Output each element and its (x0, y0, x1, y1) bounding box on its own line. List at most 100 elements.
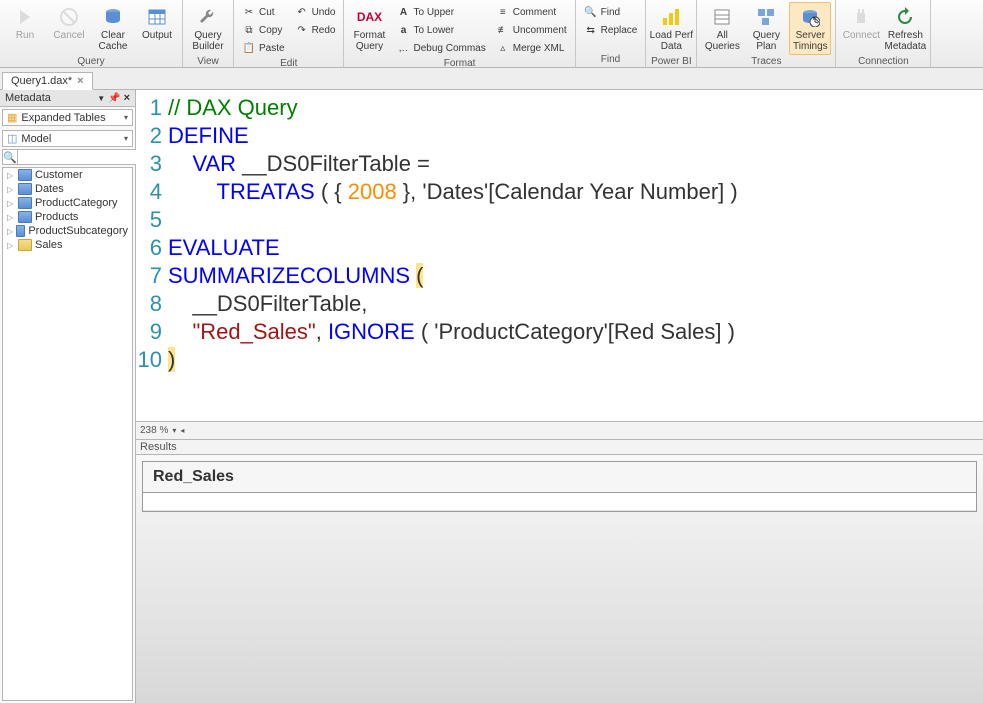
code-editor[interactable]: 1// DAX Query2DEFINE3 VAR __DS0FilterTab… (136, 90, 983, 421)
expand-icon[interactable]: ▷ (7, 171, 15, 180)
line-content[interactable]: SUMMARIZECOLUMNS ( (168, 262, 423, 290)
pin-icon[interactable]: 📌 (108, 93, 120, 104)
expand-icon[interactable]: ▷ (7, 241, 15, 250)
table-sales[interactable]: ▷ Sales (3, 238, 132, 252)
refresh-metadata-button[interactable]: Refresh Metadata (884, 2, 926, 55)
code-line[interactable]: 4 TREATAS ( { 2008 }, 'Dates'[Calendar Y… (136, 178, 983, 206)
code-line[interactable]: 3 VAR __DS0FilterTable = (136, 150, 983, 178)
line-number: 9 (136, 318, 168, 346)
ribbon-group-format: DAX Format Query ATo Upper aTo Lower ,‥D… (344, 0, 575, 67)
refresh-icon (893, 5, 917, 29)
line-number: 8 (136, 290, 168, 318)
line-content[interactable]: "Red_Sales", IGNORE ( 'ProductCategory'[… (168, 318, 735, 346)
line-content[interactable]: __DS0FilterTable, (168, 290, 367, 318)
expand-icon[interactable]: ▷ (7, 213, 15, 222)
code-line[interactable]: 7SUMMARIZECOLUMNS ( (136, 262, 983, 290)
query-plan-button[interactable]: Query Plan (745, 2, 787, 55)
tab-query1[interactable]: Query1.dax* × (2, 72, 93, 90)
ribbon-group-connection: Connect Refresh Metadata Connection (836, 0, 931, 67)
results-grid[interactable]: Red_Sales (142, 461, 977, 512)
dropdown-icon[interactable]: ▼ (97, 94, 105, 103)
query-builder-button[interactable]: Query Builder (187, 2, 229, 55)
format-query-button[interactable]: DAX Format Query (348, 2, 390, 55)
close-icon[interactable]: × (124, 92, 130, 104)
code-line[interactable]: 5 (136, 206, 983, 234)
expand-icon[interactable]: ▷ (7, 199, 15, 208)
cancel-button[interactable]: Cancel (48, 2, 90, 44)
comment-button[interactable]: ≡Comment (492, 3, 571, 21)
table-icon (18, 183, 32, 195)
grid-icon (145, 5, 169, 29)
debug-commas-button[interactable]: ,‥Debug Commas (392, 39, 489, 57)
scroll-left-icon[interactable]: ◂ (180, 426, 184, 435)
line-number: 4 (136, 178, 168, 206)
plan-icon (754, 5, 778, 29)
line-content[interactable]: DEFINE (168, 122, 249, 150)
uncomment-button[interactable]: ≢Uncomment (492, 21, 571, 39)
code-line[interactable]: 9 "Red_Sales", IGNORE ( 'ProductCategory… (136, 318, 983, 346)
cut-icon: ✂ (242, 5, 256, 19)
connect-button[interactable]: Connect (840, 2, 882, 44)
table-products[interactable]: ▷Products (3, 210, 132, 224)
all-queries-button[interactable]: All Queries (701, 2, 743, 55)
play-icon (13, 5, 37, 29)
line-content[interactable]: VAR __DS0FilterTable = (168, 150, 430, 178)
load-perf-button[interactable]: Load Perf Data (650, 2, 692, 55)
table-icon (18, 169, 32, 181)
ribbon-group-powerbi: Load Perf Data Power BI (646, 0, 697, 67)
zoom-dropdown-icon[interactable]: ▾ (172, 426, 176, 435)
close-icon[interactable]: × (77, 75, 83, 87)
document-tabs: Query1.dax* × (0, 68, 983, 90)
model-combo[interactable]: ◫Model ▾ (2, 130, 133, 147)
copy-icon: ⧉ (242, 23, 256, 37)
expand-icon[interactable]: ▷ (7, 227, 13, 236)
code-line[interactable]: 6EVALUATE (136, 234, 983, 262)
group-label: Query (4, 55, 178, 69)
line-content[interactable]: // DAX Query (168, 94, 298, 122)
table-icon (18, 197, 32, 209)
column-header[interactable]: Red_Sales (143, 462, 976, 493)
table-dates[interactable]: ▷Dates (3, 182, 132, 196)
merge-xml-button[interactable]: ▵Merge XML (492, 39, 571, 57)
table-row[interactable] (143, 493, 976, 511)
code-line[interactable]: 1// DAX Query (136, 94, 983, 122)
tables-mode-combo[interactable]: ▦Expanded Tables ▾ (2, 109, 133, 126)
cut-button[interactable]: ✂Cut (238, 3, 289, 21)
redo-button[interactable]: ↷Redo (291, 21, 340, 39)
to-lower-button[interactable]: aTo Lower (392, 21, 489, 39)
server-timings-button[interactable]: Server Timings ↖ (789, 2, 831, 55)
undo-button[interactable]: ↶Undo (291, 3, 340, 21)
table-customer[interactable]: ▷Customer (3, 168, 132, 182)
clear-cache-button[interactable]: Clear Cache (92, 2, 134, 55)
line-content[interactable]: EVALUATE (168, 234, 280, 262)
table-label: Sales (35, 239, 63, 251)
copy-button[interactable]: ⧉Copy (238, 21, 289, 39)
find-icon: 🔍 (584, 5, 598, 19)
all-queries-icon (710, 5, 734, 29)
code-line[interactable]: 8 __DS0FilterTable, (136, 290, 983, 318)
code-line[interactable]: 2DEFINE (136, 122, 983, 150)
table-icon (16, 225, 25, 237)
search-icon: 🔍 (2, 149, 17, 165)
line-content[interactable]: ) (168, 346, 175, 374)
code-line[interactable]: 10) (136, 346, 983, 374)
table-icon (18, 239, 32, 251)
output-button[interactable]: Output (136, 2, 178, 44)
expand-icon[interactable]: ▷ (7, 185, 15, 194)
find-button[interactable]: 🔍Find (580, 3, 642, 21)
run-button[interactable]: Run (4, 2, 46, 44)
line-content[interactable]: TREATAS ( { 2008 }, 'Dates'[Calendar Yea… (168, 178, 738, 206)
table-productcategory[interactable]: ▷ProductCategory (3, 196, 132, 210)
tables-tree[interactable]: ▷Customer▷Dates▷ProductCategory▷Products… (2, 167, 133, 701)
results-header: Results (136, 440, 983, 455)
merge-icon: ▵ (496, 41, 510, 55)
line-number: 7 (136, 262, 168, 290)
to-upper-button[interactable]: ATo Upper (392, 3, 489, 21)
replace-icon: ⇆ (584, 23, 598, 37)
replace-button[interactable]: ⇆Replace (580, 21, 642, 39)
chevron-down-icon: ▾ (124, 113, 128, 122)
line-number: 5 (136, 206, 168, 234)
main-area: Metadata ▼ 📌 × ▦Expanded Tables ▾ ◫Model… (0, 90, 983, 703)
paste-button[interactable]: 📋Paste (238, 39, 289, 57)
table-productsubcategory[interactable]: ▷ProductSubcategory (3, 224, 132, 238)
